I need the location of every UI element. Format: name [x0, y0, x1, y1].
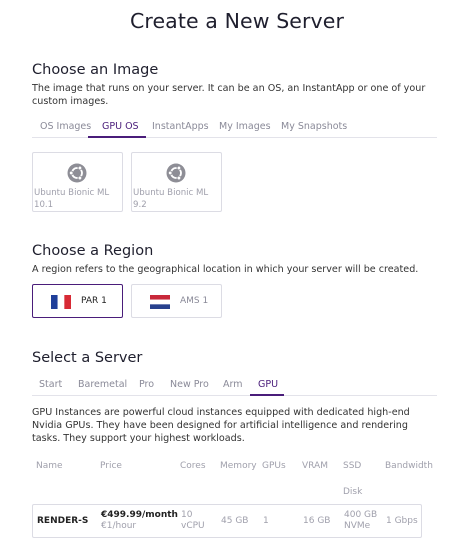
server-price-month: €499.99/month	[101, 510, 178, 520]
tab-gpu[interactable]: GPU	[258, 379, 278, 390]
tab-os-images[interactable]: OS Images	[40, 121, 91, 132]
active-tab-indicator	[250, 394, 284, 396]
column-header-name: Name	[36, 461, 63, 471]
server-memory: 45 GB	[221, 516, 249, 526]
image-tabs: OS Images GPU OS InstantApps My Images M…	[32, 121, 437, 138]
netherlands-flag-icon	[150, 295, 170, 309]
server-vram: 16 GB	[303, 516, 331, 526]
column-header-disk: Disk	[343, 487, 363, 497]
region-card-ams1[interactable]: AMS 1	[131, 284, 222, 318]
region-card-par1[interactable]: PAR 1	[32, 284, 123, 318]
image-card-ubuntu-bionic-ml-10-1[interactable]: Ubuntu Bionic ML 10.1	[32, 152, 123, 212]
ubuntu-icon	[166, 163, 186, 183]
choose-region-description: A region refers to the geographical loca…	[32, 264, 419, 275]
gpu-description: GPU Instances are powerful cloud instanc…	[32, 407, 410, 444]
france-flag-icon	[51, 295, 71, 309]
tab-pro[interactable]: Pro	[139, 379, 154, 390]
server-bandwidth: 1 Gbps	[386, 516, 418, 526]
column-header-gpus: GPUs	[262, 461, 286, 471]
server-name: RENDER-S	[37, 516, 89, 526]
image-card-version: 10.1	[34, 199, 54, 210]
tab-baremetal[interactable]: Baremetal	[78, 379, 127, 390]
column-header-cores: Cores	[180, 461, 206, 471]
column-header-bandwidth: Bandwidth	[385, 461, 433, 471]
column-header-memory: Memory	[220, 461, 257, 471]
choose-region-title: Choose a Region	[32, 243, 154, 259]
choose-image-title: Choose an Image	[32, 62, 159, 78]
image-card-name: Ubuntu Bionic ML	[34, 188, 110, 198]
column-header-vram: VRAM	[302, 461, 328, 471]
tab-start[interactable]: Start	[39, 379, 62, 390]
server-ssd-type: NVMe	[344, 521, 371, 531]
image-card-version: 9.2	[133, 199, 147, 210]
server-cores: 10	[181, 510, 193, 520]
server-row-render-s[interactable]: RENDER-S €499.99/month €1/hour 10 vCPU 4…	[32, 504, 422, 538]
tab-my-images[interactable]: My Images	[219, 121, 271, 132]
image-card-name: Ubuntu Bionic ML	[133, 188, 209, 198]
region-label: PAR 1	[81, 296, 107, 306]
image-card-ubuntu-bionic-ml-9-2[interactable]: Ubuntu Bionic ML 9.2	[131, 152, 222, 212]
server-ssd: 400 GB	[344, 510, 378, 520]
server-cores-unit: vCPU	[181, 521, 205, 531]
tab-instantapps[interactable]: InstantApps	[152, 121, 209, 132]
server-gpus: 1	[263, 516, 269, 526]
tab-my-snapshots[interactable]: My Snapshots	[281, 121, 347, 132]
tab-new-pro[interactable]: New Pro	[170, 379, 209, 390]
tab-gpu-os[interactable]: GPU OS	[102, 121, 139, 132]
column-header-price: Price	[100, 461, 122, 471]
choose-image-description: The image that runs on your server. It c…	[32, 83, 426, 107]
region-label: AMS 1	[180, 296, 209, 306]
select-server-title: Select a Server	[32, 350, 143, 366]
ubuntu-icon	[67, 163, 87, 183]
active-tab-indicator	[88, 136, 146, 138]
server-price-hour: €1/hour	[101, 521, 137, 531]
column-header-ssd: SSD	[343, 461, 362, 471]
page-title: Create a New Server	[129, 9, 345, 33]
server-tabs: Start Baremetal Pro New Pro Arm GPU	[32, 379, 437, 396]
tab-arm[interactable]: Arm	[223, 379, 243, 390]
